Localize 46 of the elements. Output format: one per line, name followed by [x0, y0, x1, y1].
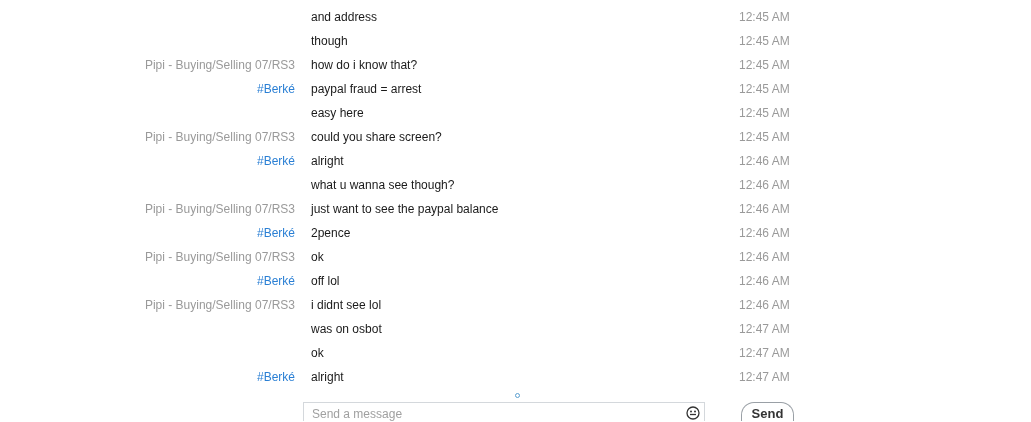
- message-text: ok: [311, 346, 324, 360]
- sender-name: #Berké: [256, 274, 295, 288]
- message-time: 12:46 AM: [739, 274, 790, 288]
- sender-name: Pipi - Buying/Selling 07/RS3: [144, 130, 295, 144]
- message-text: how do i know that?: [311, 58, 418, 72]
- sender-name: #Berké: [256, 370, 295, 384]
- message-time: 12:47 AM: [739, 346, 790, 360]
- smiley-icon[interactable]: [686, 406, 700, 420]
- sender-name: Pipi - Buying/Selling 07/RS3: [144, 250, 295, 264]
- sender-name: #Berké: [256, 154, 295, 168]
- message-text: easy here: [311, 106, 364, 120]
- message-text: i didnt see lol: [311, 298, 382, 312]
- message-text: and address: [311, 10, 378, 24]
- message-text: just want to see the paypal balance: [311, 202, 499, 216]
- message-time: 12:45 AM: [739, 58, 790, 72]
- message-text: paypal fraud = arrest: [311, 82, 422, 96]
- message-time: 12:46 AM: [739, 298, 790, 312]
- message-time: 12:46 AM: [739, 250, 790, 264]
- message-time: 12:45 AM: [739, 130, 790, 144]
- message-time: 12:46 AM: [739, 178, 790, 192]
- message-time: 12:45 AM: [739, 10, 790, 24]
- send-button[interactable]: Send: [741, 402, 794, 421]
- message-text: alright: [311, 154, 344, 168]
- message-time: 12:46 AM: [739, 154, 790, 168]
- message-text: could you share screen?: [311, 130, 442, 144]
- message-time: 12:46 AM: [739, 202, 790, 216]
- message-text: off lol: [311, 274, 340, 288]
- message-text: what u wanna see though?: [311, 178, 455, 192]
- loading-dot-icon: [515, 393, 520, 398]
- sender-name: Pipi - Buying/Selling 07/RS3: [144, 298, 295, 312]
- message-field[interactable]: Send a message: [303, 402, 705, 421]
- sender-name: #Berké: [256, 226, 295, 240]
- sender-name: Pipi - Buying/Selling 07/RS3: [144, 58, 295, 72]
- message-text: 2pence: [311, 226, 351, 240]
- message-time: 12:45 AM: [739, 82, 790, 96]
- sender-name: #Berké: [256, 82, 295, 96]
- message-text: alright: [311, 370, 344, 384]
- message-time: 12:47 AM: [739, 370, 790, 384]
- message-text: ok: [311, 250, 324, 264]
- message-text: though: [311, 34, 348, 48]
- message-time: 12:46 AM: [739, 226, 790, 240]
- message-time: 12:45 AM: [739, 106, 790, 120]
- message-time: 12:47 AM: [739, 322, 790, 336]
- message-time: 12:45 AM: [739, 34, 790, 48]
- sender-name: Pipi - Buying/Selling 07/RS3: [144, 202, 295, 216]
- message-text: was on osbot: [311, 322, 382, 336]
